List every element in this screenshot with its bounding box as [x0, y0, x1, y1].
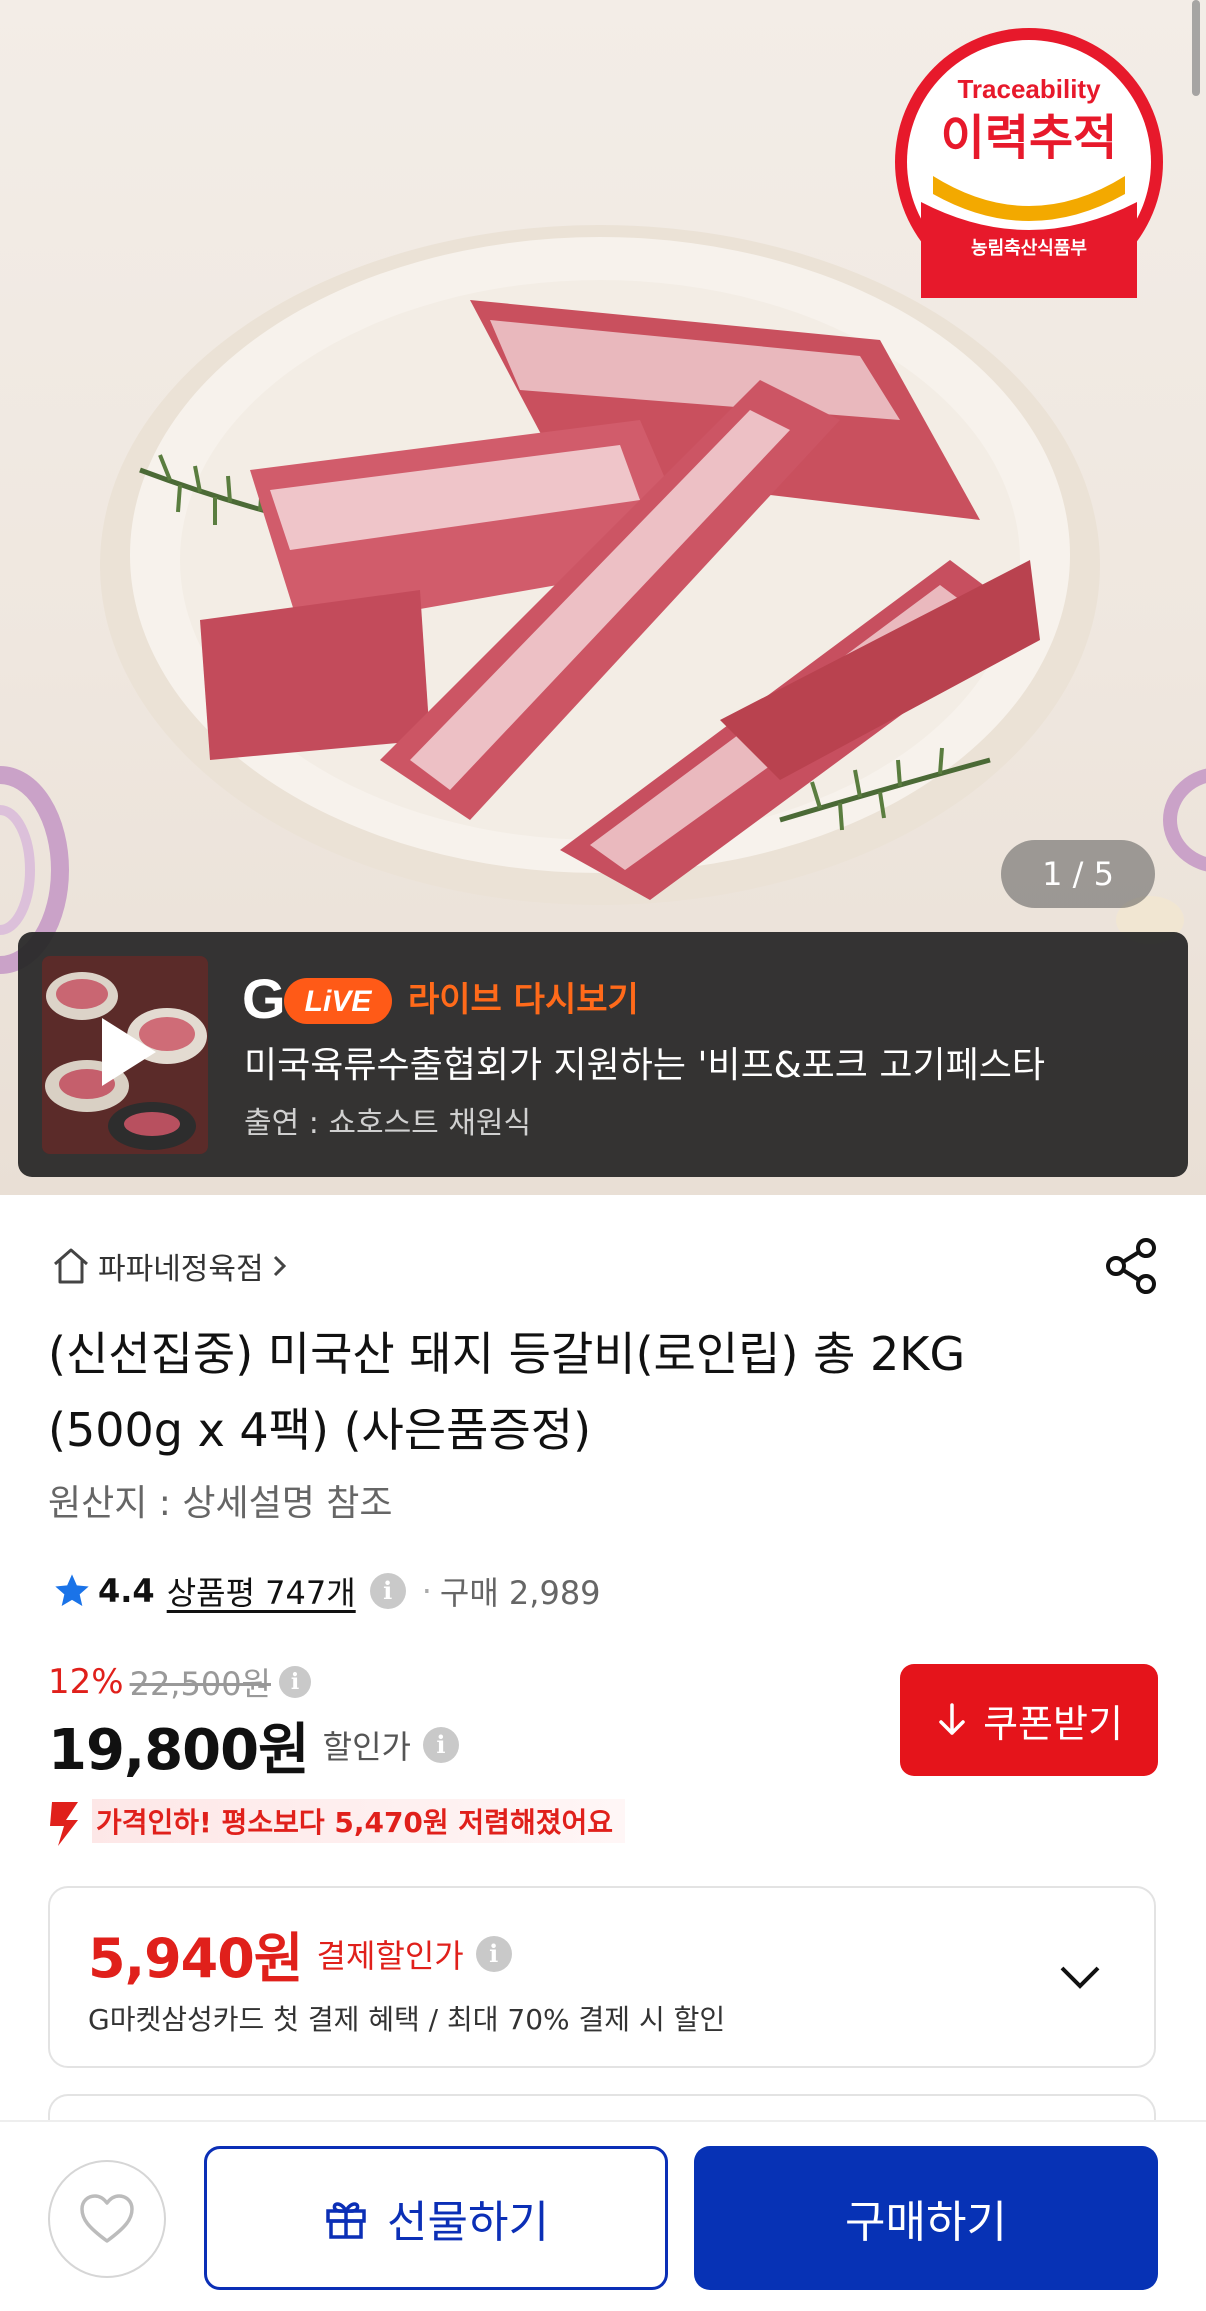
star-icon: [55, 1574, 89, 1606]
price-row: 19,800원 할인가 i: [48, 1710, 459, 1783]
product-origin: 원산지 : 상세설명 참조: [48, 1483, 393, 1524]
heart-icon: [80, 2194, 134, 2243]
live-thumbnail[interactable]: [42, 956, 208, 1154]
reviews-link[interactable]: 상품평 747개: [167, 1568, 356, 1614]
share-icon[interactable]: [1102, 1236, 1162, 1296]
wishlist-button[interactable]: [48, 2160, 166, 2278]
purchase-count: 구매 2,989: [439, 1574, 601, 1612]
payment-price: 5,940원: [88, 1927, 303, 1990]
svg-text:G: G: [242, 968, 286, 1028]
store-name: 파파네정육점: [98, 1252, 264, 1287]
info-icon[interactable]: i: [279, 1666, 311, 1698]
discount-rate: 12%: [48, 1662, 124, 1702]
payment-price-row: 5,940원 결제할인가 i: [88, 1914, 512, 1993]
page-scrollbar[interactable]: [1192, 0, 1200, 96]
buy-label: 구매하기: [845, 2197, 1007, 2248]
live-replay-label: 라이브 다시보기: [408, 980, 639, 1020]
svg-text:농림축산식품부: 농림축산식품부: [971, 238, 1087, 259]
payment-price-label: 결제할인가: [316, 1936, 464, 1975]
coupon-label: 쿠폰받기: [983, 1701, 1123, 1746]
rating-score: 4.4: [98, 1572, 155, 1610]
g-live-logo: G LiVE: [242, 968, 392, 1028]
svg-text:LiVE: LiVE: [305, 985, 373, 1018]
buy-button[interactable]: 구매하기: [694, 2146, 1158, 2290]
price-drop-text: 가격인하! 평소보다 5,470원 저렴해졌어요: [92, 1799, 625, 1843]
gift-button[interactable]: 선물하기: [204, 2146, 668, 2290]
bottom-action-bar: 선물하기 구매하기: [0, 2120, 1206, 2311]
svg-text:이력추적: 이력추적: [941, 110, 1118, 166]
live-host: 출연 : 쇼호스트 채원식: [244, 1106, 532, 1141]
payment-discount-card[interactable]: 5,940원 결제할인가 i G마켓삼성카드 첫 결제 혜택 / 최대 70% …: [48, 1886, 1156, 2068]
svg-text:Traceability: Traceability: [957, 74, 1101, 104]
info-icon[interactable]: i: [475, 1935, 512, 1972]
sale-price-label: 할인가: [322, 1728, 411, 1766]
discount-row: 12% 22,500원 i: [48, 1660, 311, 1704]
info-icon[interactable]: i: [369, 1573, 406, 1609]
gift-label: 선물하기: [387, 2197, 549, 2248]
live-title[interactable]: 미국육류수출협회가 지원하는 '비프&포크 고기페스타: [244, 1036, 1174, 1088]
download-icon: [939, 1703, 965, 1735]
live-replay-banner[interactable]: G LiVE 라이브 다시보기 미국육류수출협회가 지원하는 '비프&포크 고기…: [18, 932, 1188, 1177]
coupon-button[interactable]: 쿠폰받기: [900, 1664, 1158, 1776]
sale-price: 19,800원: [48, 1717, 310, 1783]
gift-icon: [326, 2202, 366, 2239]
traceability-badge: Traceability 이력추적 농림축산식품부: [895, 28, 1163, 298]
price-drop-icon: [50, 1802, 78, 1846]
chevron-down-icon[interactable]: [1056, 1952, 1104, 2000]
payment-description: G마켓삼성카드 첫 결제 혜택 / 최대 70% 결제 시 할인: [88, 2003, 726, 2036]
rating-row: 4.4 상품평 747개 i · 구매 2,989: [52, 1566, 601, 1616]
product-image-carousel[interactable]: Traceability 이력추적 농림축산식품부 1 / 5 G LiVE 라…: [0, 0, 1206, 1195]
home-icon: [54, 1248, 88, 1284]
price-drop-banner: 가격인하! 평소보다 5,470원 저렴해졌어요: [48, 1794, 625, 1848]
info-icon[interactable]: i: [422, 1727, 459, 1763]
store-link[interactable]: 파파네정육점: [50, 1246, 290, 1287]
chevron-right-icon: [273, 1255, 286, 1277]
image-counter: 1 / 5: [1001, 840, 1155, 908]
product-title: (신선집중) 미국산 돼지 등갈비(로인립) 총 2KG (500g x 4팩)…: [48, 1327, 966, 1457]
original-price: 22,500원: [129, 1665, 271, 1703]
separator-dot: ·: [421, 1572, 432, 1610]
play-icon: [102, 1018, 156, 1086]
